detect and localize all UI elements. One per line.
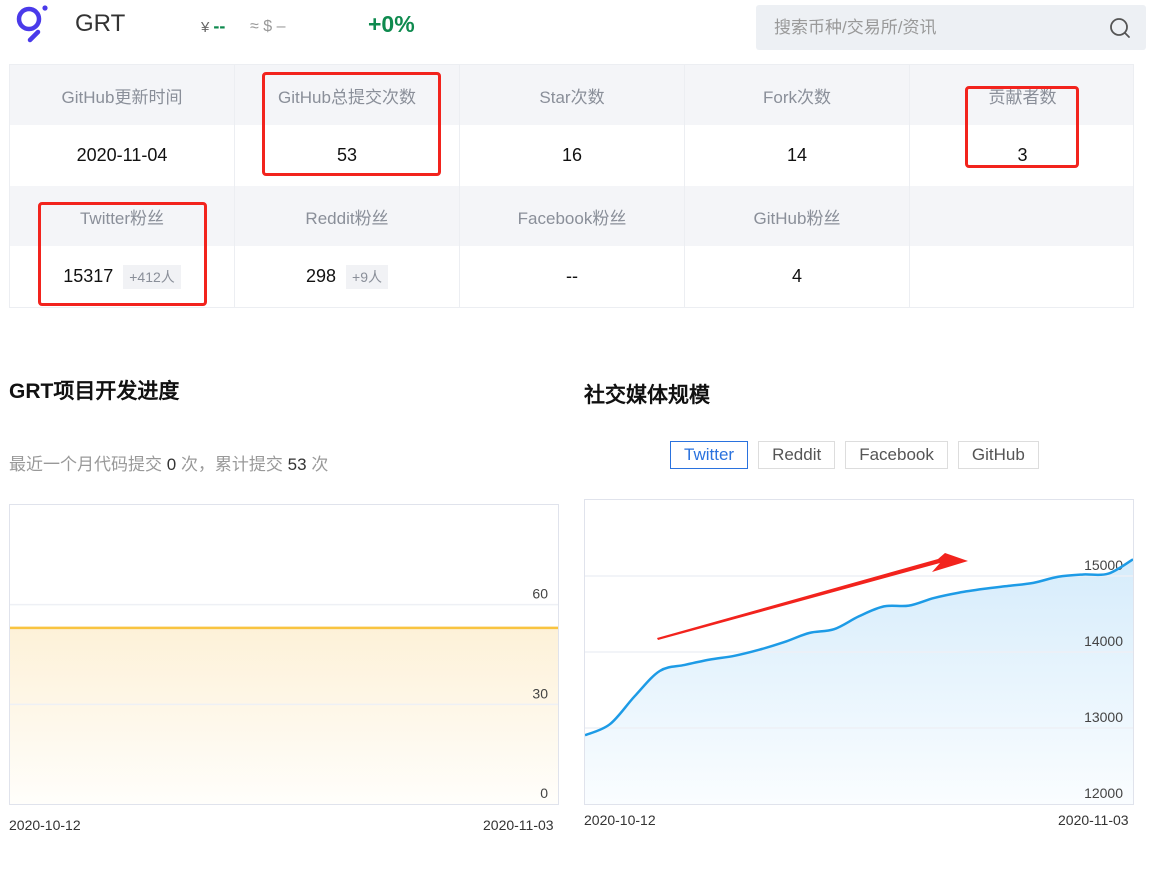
dev-chart-svg: 0 30 60: [10, 586, 558, 804]
value-reddit-followers: 298 +9人: [235, 246, 460, 307]
value-github-followers: 4: [685, 246, 910, 307]
dev-progress-title: GRT项目开发进度: [9, 380, 180, 403]
reddit-delta-badge: +9人: [346, 264, 388, 289]
price-cny: ¥ --: [201, 16, 225, 37]
tab-facebook[interactable]: Facebook: [845, 441, 948, 469]
dev-summary: 最近一个月代码提交 0 次，累计提交 53 次: [9, 455, 329, 474]
social-x-label-start: 2020-10-12: [584, 812, 656, 828]
y-tick-label: 13000: [1084, 709, 1123, 725]
social-title: 社交媒体规模: [584, 384, 710, 407]
header-reddit-followers: Reddit粉丝: [235, 186, 460, 246]
value-github-commits: 53: [235, 125, 460, 186]
header-stars: Star次数: [460, 65, 685, 125]
search-icon[interactable]: [1108, 16, 1132, 40]
stats-header-row: GitHub更新时间 GitHub总提交次数 Star次数 Fork次数 贡献者…: [10, 65, 1133, 125]
value-github-updated: 2020-11-04: [10, 125, 235, 186]
y-tick-label: 60: [532, 586, 548, 602]
social-chart: 12000 13000 14000 15000: [584, 499, 1134, 805]
value-facebook-followers: --: [460, 246, 685, 307]
social-tabs: Twitter Reddit Facebook GitHub: [670, 441, 1039, 469]
coin-header: GRT ¥ -- ≈ $ – +0%: [0, 0, 1169, 56]
header-forks: Fork次数: [685, 65, 910, 125]
tab-github[interactable]: GitHub: [957, 441, 1039, 469]
dev-progress-chart: 0 30 60: [9, 504, 559, 805]
search-box: [756, 5, 1146, 50]
price-change: +0%: [368, 11, 415, 37]
area-fill: [10, 627, 558, 804]
stats-header-row: Twitter粉丝 Reddit粉丝 Facebook粉丝 GitHub粉丝: [10, 186, 1133, 246]
stats-value-row: 2020-11-04 53 16 14 3: [10, 125, 1133, 186]
value-contributors: 3: [1017, 145, 1028, 165]
header-twitter-followers: Twitter粉丝: [10, 186, 235, 246]
recent-commits: 0: [166, 455, 177, 474]
header-facebook-followers: Facebook粉丝: [460, 186, 685, 246]
social-x-label-end: 2020-11-03: [1058, 812, 1129, 828]
stats-value-row: 15317 +412人 298 +9人 -- 4: [10, 246, 1133, 307]
twitter-delta-badge: +412人: [123, 264, 181, 289]
reddit-count: 298: [305, 266, 337, 286]
graph-logo-icon[interactable]: [14, 4, 50, 44]
value-empty: [910, 246, 1135, 307]
value-forks: 14: [685, 125, 910, 186]
twitter-count: 15317: [63, 266, 114, 286]
header-empty: [910, 186, 1135, 246]
coin-name: GRT: [75, 10, 126, 37]
tab-twitter[interactable]: Twitter: [670, 441, 749, 469]
value-stars: 16: [460, 125, 685, 186]
tab-reddit[interactable]: Reddit: [758, 441, 836, 469]
header-github-followers: GitHub粉丝: [685, 186, 910, 246]
cny-price: --: [213, 16, 226, 36]
header-github-updated: GitHub更新时间: [10, 65, 235, 125]
y-tick-label: 30: [532, 685, 548, 701]
value-twitter-followers: 15317 +412人: [10, 246, 235, 307]
area-fill: [585, 559, 1133, 804]
y-tick-label: 0: [540, 785, 548, 801]
price-usd: ≈ $ –: [250, 18, 286, 35]
social-chart-svg: 12000130001400015000: [585, 557, 1133, 804]
y-tick-label: 14000: [1084, 633, 1123, 649]
search-input[interactable]: [774, 15, 1094, 41]
dev-x-label-end: 2020-11-03: [483, 817, 554, 833]
stats-table: GitHub更新时间 GitHub总提交次数 Star次数 Fork次数 贡献者…: [9, 64, 1134, 308]
y-tick-label: 12000: [1084, 785, 1123, 801]
cny-symbol: ¥: [201, 19, 210, 36]
total-commits: 53: [287, 455, 307, 474]
header-github-commits: GitHub总提交次数: [235, 65, 460, 125]
header-contributors: 贡献者数: [988, 87, 1057, 107]
dev-x-label-start: 2020-10-12: [9, 817, 81, 833]
